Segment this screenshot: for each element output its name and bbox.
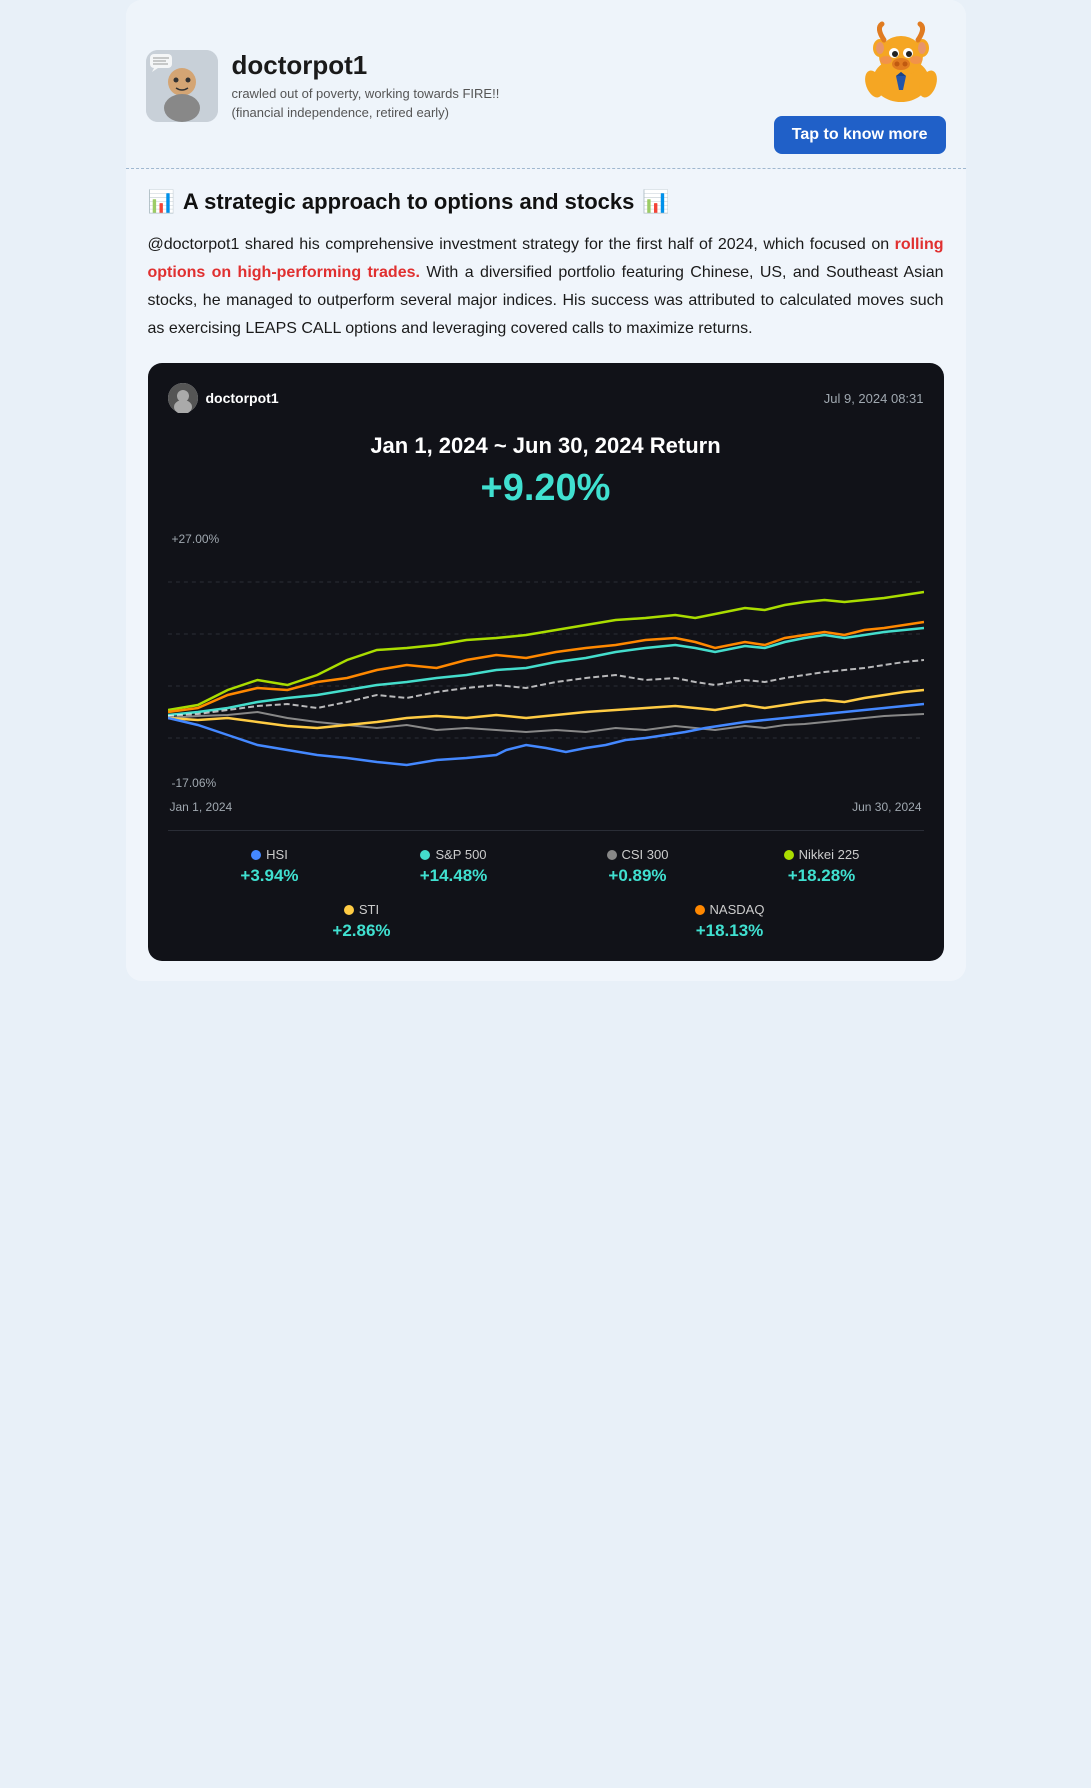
legend-row2: STI +2.86% NASDAQ +18.13% [168, 902, 924, 961]
bull-mascot [856, 18, 946, 108]
legend-grid: HSI +3.94% S&P 500 +14.48% CSI 300 [168, 830, 924, 902]
avatar [146, 50, 218, 122]
profile-left: doctorpot1 crawled out of poverty, worki… [146, 50, 552, 122]
legend-value-nasdaq: +18.13% [696, 921, 764, 941]
legend-dot-sti [344, 905, 354, 915]
chart-title: Jan 1, 2024 ~ Jun 30, 2024 Return [168, 433, 924, 459]
legend-name-hsi: HSI [266, 847, 288, 862]
legend-item-csi300: CSI 300 +0.89% [546, 847, 730, 886]
title-text: A strategic approach to options and stoc… [183, 189, 634, 215]
legend-dot-hsi [251, 850, 261, 860]
legend-dot-nikkei [784, 850, 794, 860]
legend-item-nasdaq: NASDAQ +18.13% [546, 902, 914, 941]
user-bio: crawled out of poverty, working towards … [232, 85, 552, 121]
legend-dot-nasdaq [695, 905, 705, 915]
chart-y-label-bottom: -17.06% [172, 776, 217, 790]
user-info: doctorpot1 crawled out of poverty, worki… [232, 50, 552, 121]
chart-return: +9.20% [168, 467, 924, 510]
legend-value-sti: +2.86% [332, 921, 390, 941]
legend-item-nikkei: Nikkei 225 +18.28% [730, 847, 914, 886]
chart-card: doctorpot1 Jul 9, 2024 08:31 Jan 1, 2024… [148, 363, 944, 961]
title-icon-right: 📊 [642, 189, 669, 215]
legend-value-nikkei: +18.28% [788, 866, 856, 886]
chart-username: doctorpot1 [206, 390, 279, 406]
legend-value-hsi: +3.94% [240, 866, 298, 886]
article-title: 📊 A strategic approach to options and st… [148, 189, 944, 215]
legend-value-sp500: +14.48% [420, 866, 488, 886]
chart-area: +27.00% -17.06% [168, 530, 924, 790]
legend-name-sti: STI [359, 902, 379, 917]
title-icon-left: 📊 [148, 189, 175, 215]
article-content: 📊 A strategic approach to options and st… [126, 169, 966, 981]
article-body: @doctorpot1 shared his comprehensive inv… [148, 231, 944, 343]
legend-dot-csi300 [607, 850, 617, 860]
chart-date-start: Jan 1, 2024 [170, 800, 233, 814]
legend-item-sti: STI +2.86% [178, 902, 546, 941]
legend-value-csi300: +0.89% [608, 866, 666, 886]
avatar-image [146, 50, 218, 122]
legend-name-nikkei: Nikkei 225 [799, 847, 860, 862]
tap-to-know-more-button[interactable]: Tap to know more [774, 116, 946, 154]
legend-item-sp500: S&P 500 +14.48% [362, 847, 546, 886]
legend-name-nasdaq: NASDAQ [710, 902, 765, 917]
profile-header: doctorpot1 crawled out of poverty, worki… [126, 0, 966, 169]
main-card: doctorpot1 crawled out of poverty, worki… [126, 0, 966, 981]
chart-date-end: Jun 30, 2024 [852, 800, 921, 814]
tap-button-container: Tap to know more [774, 18, 946, 154]
chart-header: doctorpot1 Jul 9, 2024 08:31 [168, 383, 924, 413]
chart-date: Jul 9, 2024 08:31 [824, 391, 924, 406]
chart-svg [168, 530, 924, 790]
body-text-1: @doctorpot1 shared his comprehensive inv… [148, 236, 895, 253]
chart-dates-row: Jan 1, 2024 Jun 30, 2024 [168, 800, 924, 814]
legend-name-csi300: CSI 300 [622, 847, 669, 862]
username: doctorpot1 [232, 50, 552, 81]
chart-y-label-top: +27.00% [172, 532, 220, 546]
chart-user: doctorpot1 [168, 383, 279, 413]
legend-dot-sp500 [420, 850, 430, 860]
legend-item-hsi: HSI +3.94% [178, 847, 362, 886]
chart-avatar [168, 383, 198, 413]
legend-name-sp500: S&P 500 [435, 847, 486, 862]
